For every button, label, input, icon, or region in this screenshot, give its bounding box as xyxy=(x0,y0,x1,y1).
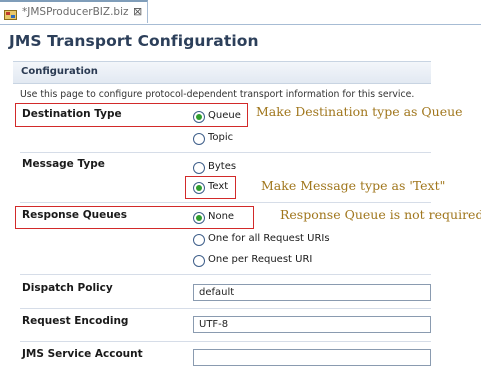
page-title: JMS Transport Configuration xyxy=(9,32,259,50)
radio-unselected-icon xyxy=(193,234,205,246)
configuration-section-header[interactable]: Configuration xyxy=(13,61,431,84)
radio-unselected-icon xyxy=(193,162,205,174)
jms-service-account-label: JMS Service Account xyxy=(22,348,143,360)
editor-tab-bar: *JMSProducerBIZ.biz ⊠ xyxy=(0,0,481,25)
radio-selected-icon xyxy=(193,111,205,123)
radio-selected-icon xyxy=(193,212,205,224)
jms-service-account-field[interactable] xyxy=(193,349,431,366)
business-service-file-icon xyxy=(4,6,17,20)
radio-unselected-icon xyxy=(193,133,205,145)
row-divider xyxy=(20,274,431,275)
request-encoding-field[interactable]: UTF-8 xyxy=(193,316,431,333)
message-type-label: Message Type xyxy=(22,158,105,170)
row-divider xyxy=(20,308,431,309)
dispatch-policy-label: Dispatch Policy xyxy=(22,282,113,294)
section-title: Configuration xyxy=(21,66,98,77)
row-divider xyxy=(20,202,431,203)
annotation-response: Response Queue is not required xyxy=(280,207,481,222)
radio-selected-icon xyxy=(193,182,205,194)
request-encoding-label: Request Encoding xyxy=(22,315,129,327)
radio-unselected-icon xyxy=(193,255,205,267)
tab-label: *JMSProducerBIZ.biz xyxy=(22,6,129,18)
annotation-message: Make Message type as 'Text" xyxy=(261,178,446,193)
section-description: Use this page to configure protocol-depe… xyxy=(20,89,415,100)
row-divider xyxy=(20,152,431,153)
editor-tab[interactable]: *JMSProducerBIZ.biz ⊠ xyxy=(0,0,148,23)
annotation-destination: Make Destination type as Queue xyxy=(256,104,463,119)
row-divider xyxy=(20,341,431,342)
close-tab-icon[interactable]: ⊠ xyxy=(133,4,142,20)
dispatch-policy-field[interactable]: default xyxy=(193,284,431,301)
